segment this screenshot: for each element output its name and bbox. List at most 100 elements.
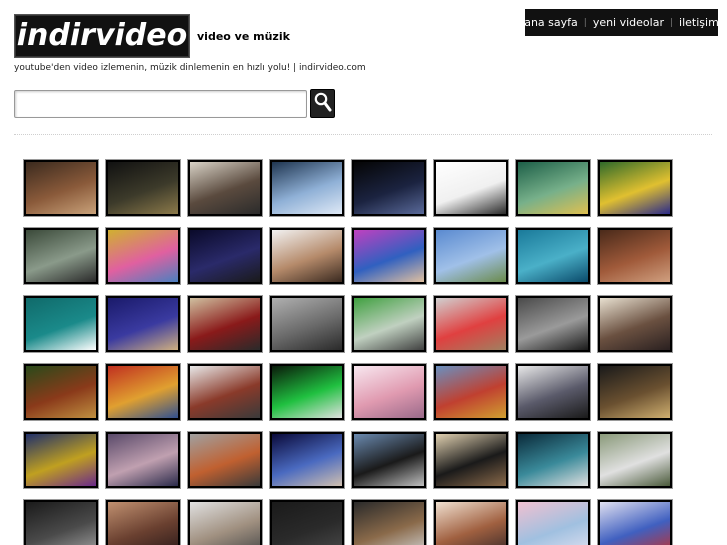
video-thumbnail[interactable]	[515, 499, 591, 545]
video-thumbnail[interactable]	[515, 431, 591, 489]
nav-new-videos-link[interactable]: yeni videolar	[587, 9, 670, 36]
video-thumbnail[interactable]	[105, 159, 181, 217]
video-thumbnail[interactable]	[597, 499, 673, 545]
video-thumbnail[interactable]	[187, 295, 263, 353]
video-thumbnail[interactable]	[23, 431, 99, 489]
video-thumbnail-image	[436, 298, 506, 350]
video-thumbnail[interactable]	[597, 363, 673, 421]
video-thumbnail-image	[26, 366, 96, 418]
video-thumbnail-image	[518, 230, 588, 282]
video-thumbnail-image	[518, 366, 588, 418]
video-thumbnail-image	[272, 366, 342, 418]
video-thumbnail[interactable]	[515, 363, 591, 421]
top-navigation: ana sayfa | yeni videolar | iletişim	[524, 9, 719, 36]
video-thumbnail-image	[518, 298, 588, 350]
nav-home-link[interactable]: ana sayfa	[518, 9, 584, 36]
video-thumbnail-image	[108, 162, 178, 214]
video-thumbnail-image	[354, 298, 424, 350]
video-thumbnail[interactable]	[187, 499, 263, 545]
magnifier-icon	[314, 92, 332, 116]
video-thumbnail[interactable]	[515, 295, 591, 353]
video-thumbnail[interactable]	[597, 295, 673, 353]
video-thumbnail[interactable]	[269, 159, 345, 217]
video-thumbnail-image	[600, 162, 670, 214]
video-thumbnail[interactable]	[351, 363, 427, 421]
video-thumbnail-image	[518, 434, 588, 486]
search-button[interactable]	[310, 89, 335, 118]
search-input[interactable]	[14, 90, 307, 118]
logo-text: indirvideo	[16, 18, 188, 53]
video-thumbnail-grid	[23, 159, 683, 545]
video-thumbnail[interactable]	[23, 499, 99, 545]
video-thumbnail[interactable]	[433, 295, 509, 353]
video-thumbnail[interactable]	[23, 227, 99, 285]
video-thumbnail-image	[108, 434, 178, 486]
video-thumbnail-image	[436, 502, 506, 545]
video-thumbnail[interactable]	[351, 431, 427, 489]
video-thumbnail[interactable]	[105, 363, 181, 421]
video-thumbnail[interactable]	[23, 363, 99, 421]
video-thumbnail[interactable]	[105, 431, 181, 489]
video-thumbnail[interactable]	[105, 295, 181, 353]
video-thumbnail-image	[272, 434, 342, 486]
site-logo[interactable]: indirvideo	[14, 14, 190, 58]
video-thumbnail[interactable]	[23, 159, 99, 217]
video-thumbnail[interactable]	[269, 295, 345, 353]
video-thumbnail-image	[354, 502, 424, 545]
video-thumbnail-image	[190, 434, 260, 486]
video-thumbnail[interactable]	[597, 227, 673, 285]
video-thumbnail-image	[108, 230, 178, 282]
video-thumbnail[interactable]	[433, 159, 509, 217]
video-thumbnail[interactable]	[105, 227, 181, 285]
video-thumbnail-image	[26, 298, 96, 350]
video-thumbnail-image	[436, 366, 506, 418]
video-thumbnail-image	[600, 434, 670, 486]
video-thumbnail[interactable]	[597, 431, 673, 489]
video-thumbnail-image	[108, 298, 178, 350]
video-thumbnail[interactable]	[269, 499, 345, 545]
video-thumbnail-image	[600, 230, 670, 282]
video-thumbnail-image	[518, 162, 588, 214]
video-thumbnail-image	[272, 502, 342, 545]
video-thumbnail[interactable]	[515, 159, 591, 217]
video-thumbnail[interactable]	[351, 227, 427, 285]
video-thumbnail[interactable]	[269, 431, 345, 489]
site-subline: youtube'den video izlemenin, müzik dinle…	[14, 63, 366, 73]
video-thumbnail[interactable]	[515, 227, 591, 285]
video-thumbnail-image	[26, 162, 96, 214]
video-thumbnail[interactable]	[269, 363, 345, 421]
video-thumbnail-image	[26, 434, 96, 486]
video-thumbnail-image	[600, 366, 670, 418]
video-thumbnail[interactable]	[433, 227, 509, 285]
video-thumbnail[interactable]	[187, 159, 263, 217]
video-thumbnail-image	[108, 502, 178, 545]
video-thumbnail-image	[354, 434, 424, 486]
video-thumbnail[interactable]	[597, 159, 673, 217]
video-thumbnail[interactable]	[187, 227, 263, 285]
video-thumbnail-image	[600, 298, 670, 350]
video-thumbnail[interactable]	[433, 363, 509, 421]
video-thumbnail[interactable]	[351, 159, 427, 217]
nav-contact-link[interactable]: iletişim	[673, 9, 725, 36]
video-thumbnail[interactable]	[351, 499, 427, 545]
video-thumbnail-image	[436, 162, 506, 214]
video-thumbnail-image	[190, 162, 260, 214]
video-thumbnail[interactable]	[433, 431, 509, 489]
video-thumbnail-image	[190, 230, 260, 282]
video-thumbnail[interactable]	[187, 363, 263, 421]
video-thumbnail-image	[108, 366, 178, 418]
video-thumbnail-image	[26, 230, 96, 282]
video-thumbnail[interactable]	[269, 227, 345, 285]
video-thumbnail[interactable]	[105, 499, 181, 545]
header-divider	[14, 134, 712, 135]
video-thumbnail-image	[354, 162, 424, 214]
video-thumbnail[interactable]	[433, 499, 509, 545]
video-thumbnail-image	[518, 502, 588, 545]
video-thumbnail-image	[190, 366, 260, 418]
video-thumbnail[interactable]	[23, 295, 99, 353]
video-thumbnail-image	[436, 434, 506, 486]
video-thumbnail[interactable]	[187, 431, 263, 489]
video-thumbnail-image	[190, 502, 260, 545]
video-thumbnail[interactable]	[351, 295, 427, 353]
video-thumbnail-image	[600, 502, 670, 545]
